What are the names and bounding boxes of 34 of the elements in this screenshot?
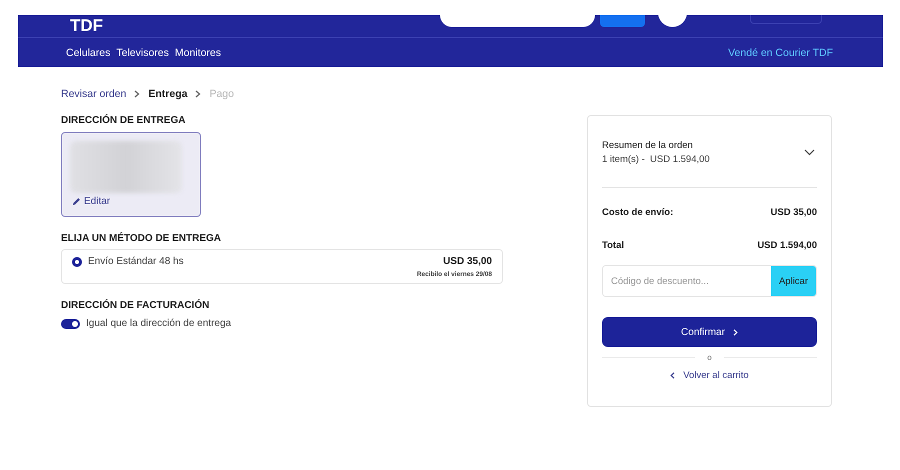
line-value: USD 35,00 [770,207,817,218]
line-label: Total [602,240,624,251]
address-card[interactable]: Editar [61,132,201,217]
toggle-switch[interactable] [61,318,80,328]
back-link[interactable]: Volver al carrito [670,370,749,381]
nav-link[interactable]: Celulares [66,46,110,58]
confirm-button[interactable]: Confirmar [602,317,817,347]
option-price: USD 35,00 [443,256,492,267]
chevron-right-icon [134,90,140,98]
chevron-down-icon[interactable] [804,149,815,156]
nav-link[interactable]: Monitores [174,46,221,58]
logo[interactable]: TDF [70,16,104,35]
sell-link[interactable]: Vendé en Courier TDF [728,46,833,58]
apply-button[interactable]: Aplicar [771,266,816,296]
separator-text: o [707,353,712,362]
chevron-right-icon [732,328,738,336]
pencil-icon [72,197,81,206]
summary-title: Resumen de la orden [602,140,694,151]
line-value: USD 1.594,00 [757,240,817,251]
breadcrumb-link[interactable]: Entrega [148,88,188,100]
nav-link[interactable]: Televisores [116,46,169,58]
toggle-label: Igual que la dirección de entrega [86,318,232,329]
radio-button[interactable] [72,256,82,266]
chevron-left-icon [670,372,676,379]
option-name: Envío Estándar 48 hs [88,256,185,267]
section-title: DIRECCIÓN DE FACTURACIÓN [61,300,210,311]
breadcrumb-link[interactable]: Revisar orden [61,88,126,100]
section-title: DIRECCIÓN DE ENTREGA [61,115,186,126]
discount-field[interactable]: Código de descuento... Aplicar [602,265,817,297]
section-title: ELIJA UN MÉTODO DE ENTREGA [61,233,222,244]
line-label: Costo de envío: [602,207,674,218]
edit-link[interactable]: Editar [72,196,110,207]
chevron-right-icon [195,90,202,98]
summary-subtitle: 1 item(s) - USD 1.594,00 [602,154,710,165]
